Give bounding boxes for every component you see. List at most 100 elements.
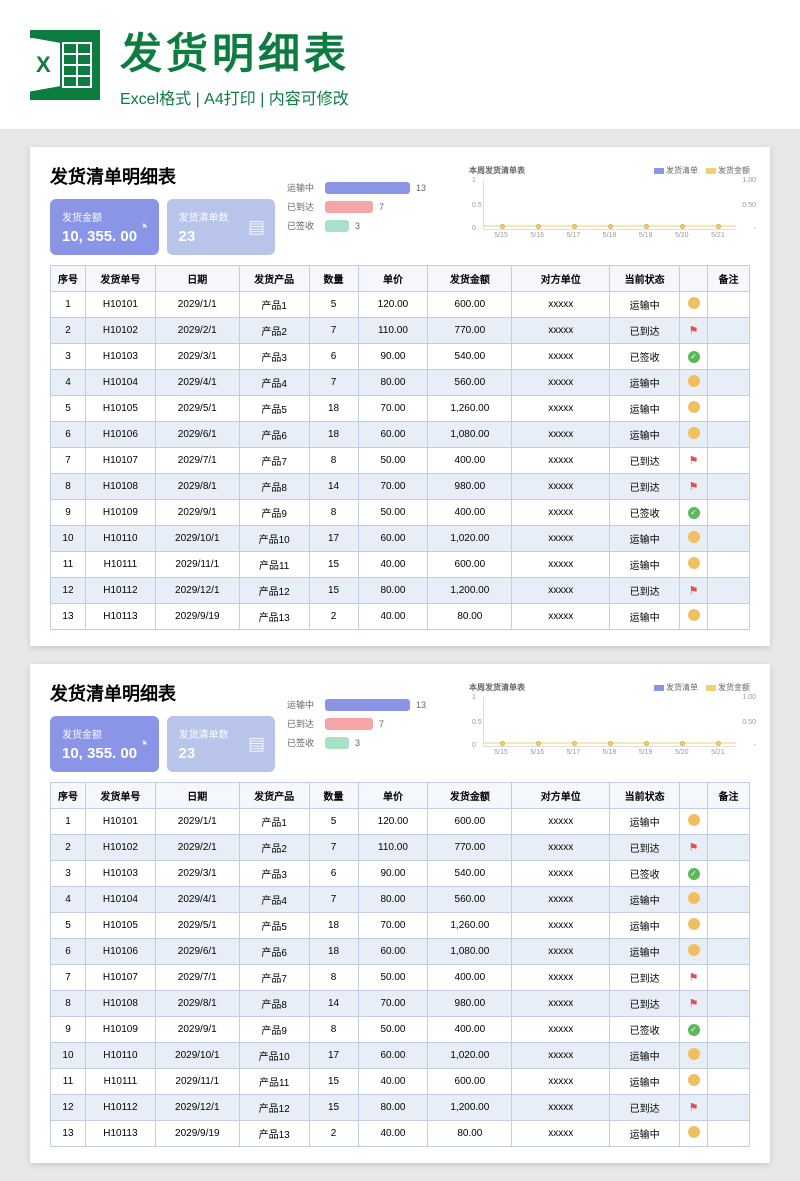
cell-status: 已到达 xyxy=(610,318,680,344)
cell-product: 产品11 xyxy=(239,1069,309,1095)
column-header: 备注 xyxy=(707,783,749,809)
cell-qty: 7 xyxy=(309,835,358,861)
card-label: 发货金额 xyxy=(62,209,147,224)
cell-note xyxy=(707,1043,749,1069)
cell-product: 产品4 xyxy=(239,887,309,913)
shipping-icon xyxy=(688,401,700,413)
status-bar-row: 运输中 13 xyxy=(287,698,457,711)
cell-date: 2029/11/1 xyxy=(155,1069,239,1095)
bar-label: 已到达 xyxy=(287,200,319,213)
cell-party: xxxxx xyxy=(512,318,610,344)
column-header: 备注 xyxy=(707,266,749,292)
cell-qty: 17 xyxy=(309,526,358,552)
cell-product: 产品12 xyxy=(239,1095,309,1121)
cell-amount: 400.00 xyxy=(428,1017,512,1043)
cell-note xyxy=(707,292,749,318)
list-icon: ▤ xyxy=(248,217,265,238)
cell-status: 运输中 xyxy=(610,292,680,318)
cell-date: 2029/4/1 xyxy=(155,887,239,913)
cell-party: xxxxx xyxy=(512,370,610,396)
shipment-table: 序号发货单号日期发货产品数量单价发货金额对方单位当前状态备注 1 H10101 … xyxy=(50,265,750,630)
cell-note xyxy=(707,578,749,604)
cell-id: H10110 xyxy=(85,526,155,552)
list-icon: ▤ xyxy=(248,734,265,755)
column-header: 日期 xyxy=(155,266,239,292)
cell-status: 已到达 xyxy=(610,1095,680,1121)
table-row: 7 H10107 2029/7/1 产品7 8 50.00 400.00 xxx… xyxy=(51,448,750,474)
cell-note xyxy=(707,913,749,939)
cell-party: xxxxx xyxy=(512,292,610,318)
cell-seq: 5 xyxy=(51,396,86,422)
shipping-icon xyxy=(688,1126,700,1138)
cell-status: 运输中 xyxy=(610,913,680,939)
cell-party: xxxxx xyxy=(512,526,610,552)
cell-amount: 400.00 xyxy=(428,500,512,526)
cell-seq: 4 xyxy=(51,370,86,396)
table-row: 10 H10110 2029/10/1 产品10 17 60.00 1,020.… xyxy=(51,1043,750,1069)
cell-product: 产品1 xyxy=(239,809,309,835)
column-header: 发货单号 xyxy=(85,783,155,809)
shipping-icon xyxy=(688,557,700,569)
sheet-title: 发货清单明细表 xyxy=(50,163,275,189)
cell-qty: 8 xyxy=(309,500,358,526)
cell-status: 运输中 xyxy=(610,526,680,552)
table-row: 3 H10103 2029/3/1 产品3 6 90.00 540.00 xxx… xyxy=(51,344,750,370)
chart-title: 本周发货清单表 xyxy=(469,165,525,176)
table-row: 4 H10104 2029/4/1 产品4 7 80.00 560.00 xxx… xyxy=(51,370,750,396)
cell-party: xxxxx xyxy=(512,809,610,835)
cell-amount: 980.00 xyxy=(428,474,512,500)
table-row: 2 H10102 2029/2/1 产品2 7 110.00 770.00 xx… xyxy=(51,318,750,344)
cell-party: xxxxx xyxy=(512,344,610,370)
cell-product: 产品10 xyxy=(239,526,309,552)
flag-icon: ⚑ xyxy=(689,972,699,984)
bar-value: 13 xyxy=(416,700,426,710)
bar-value: 7 xyxy=(379,719,384,729)
bar-value: 7 xyxy=(379,202,384,212)
cell-qty: 14 xyxy=(309,474,358,500)
cell-status-icon xyxy=(680,292,708,318)
bar-value: 3 xyxy=(355,738,360,748)
shipment-table: 序号发货单号日期发货产品数量单价发货金额对方单位当前状态备注 1 H10101 … xyxy=(50,782,750,1147)
shipping-icon xyxy=(688,944,700,956)
cell-party: xxxxx xyxy=(512,1017,610,1043)
column-header: 序号 xyxy=(51,266,86,292)
cell-date: 2029/9/19 xyxy=(155,1121,239,1147)
check-icon: ✓ xyxy=(688,507,700,519)
cell-status: 运输中 xyxy=(610,887,680,913)
cell-status-icon xyxy=(680,396,708,422)
table-row: 8 H10108 2029/8/1 产品8 14 70.00 980.00 xx… xyxy=(51,474,750,500)
cell-seq: 4 xyxy=(51,887,86,913)
cell-party: xxxxx xyxy=(512,861,610,887)
cell-status: 运输中 xyxy=(610,422,680,448)
cell-qty: 7 xyxy=(309,370,358,396)
cell-date: 2029/8/1 xyxy=(155,991,239,1017)
shipping-icon xyxy=(688,892,700,904)
cell-price: 60.00 xyxy=(358,526,428,552)
cell-qty: 18 xyxy=(309,396,358,422)
cell-party: xxxxx xyxy=(512,913,610,939)
cell-product: 产品6 xyxy=(239,939,309,965)
cell-price: 60.00 xyxy=(358,939,428,965)
cell-status-icon: ✓ xyxy=(680,344,708,370)
cell-seq: 12 xyxy=(51,578,86,604)
bar-value: 13 xyxy=(416,183,426,193)
cell-qty: 5 xyxy=(309,809,358,835)
cell-status: 已到达 xyxy=(610,474,680,500)
cell-price: 80.00 xyxy=(358,1095,428,1121)
cell-seq: 9 xyxy=(51,1017,86,1043)
cell-amount: 540.00 xyxy=(428,344,512,370)
bar-label: 已签收 xyxy=(287,219,319,232)
cell-party: xxxxx xyxy=(512,1121,610,1147)
cell-status: 运输中 xyxy=(610,604,680,630)
cell-seq: 12 xyxy=(51,1095,86,1121)
status-bar-row: 运输中 13 xyxy=(287,181,457,194)
cell-note xyxy=(707,552,749,578)
cell-qty: 6 xyxy=(309,344,358,370)
cell-date: 2029/1/1 xyxy=(155,809,239,835)
shipping-icon xyxy=(688,918,700,930)
count-card: 发货清单数 23 ▤ xyxy=(167,199,276,255)
cell-amount: 600.00 xyxy=(428,292,512,318)
chart-x-axis: 5/155/165/175/185/195/205/21 xyxy=(483,232,736,239)
cell-price: 70.00 xyxy=(358,913,428,939)
cell-status: 运输中 xyxy=(610,396,680,422)
